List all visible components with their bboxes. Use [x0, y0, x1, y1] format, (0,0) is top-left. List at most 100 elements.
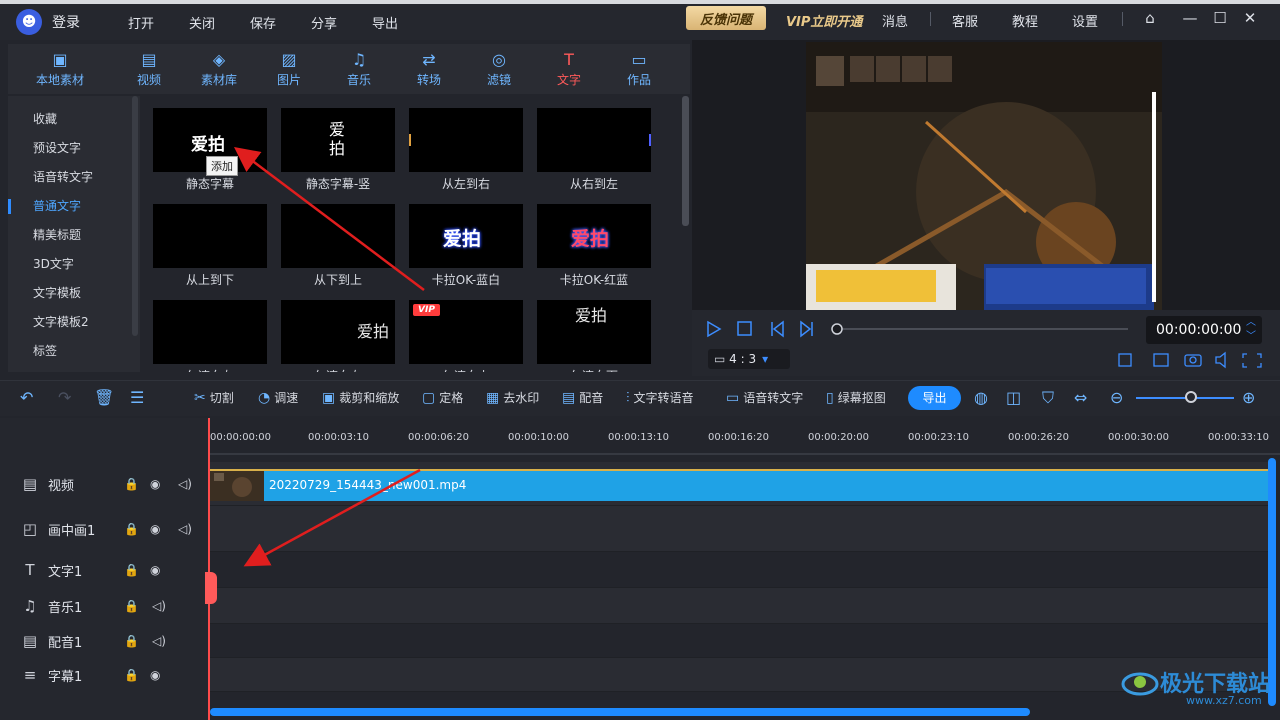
template-card[interactable]: 匀速向左 — [153, 300, 267, 372]
lock-icon[interactable]: 🔒 — [124, 634, 139, 648]
home-icon[interactable]: ⌂ — [1140, 8, 1160, 28]
category-tag[interactable]: 标签 — [8, 337, 140, 366]
aspect-ratio-select[interactable]: ▭ 4 : 3 ▾ — [708, 349, 790, 369]
template-card[interactable]: 从左到右 — [409, 108, 523, 196]
track-lane-text[interactable] — [208, 552, 1268, 588]
menu-save[interactable]: 保存 — [250, 13, 311, 32]
zoom-slider-handle[interactable] — [1185, 391, 1197, 403]
menu-close[interactable]: 关闭 — [189, 13, 250, 32]
speed-button[interactable]: ◔ 调速 — [258, 389, 298, 406]
lock-icon[interactable]: 🔒 — [124, 599, 139, 613]
tool-filter[interactable]: ◎ 滤镜 — [466, 44, 532, 94]
redo-icon[interactable]: ↷ — [58, 388, 71, 407]
feedback-button[interactable]: 反馈问题 — [686, 6, 766, 30]
crop-button[interactable]: ▣ 裁剪和缩放 — [322, 389, 399, 406]
waveform-icon: ⫶ — [626, 389, 630, 406]
track-lane-music[interactable] — [208, 588, 1268, 624]
template-card[interactable]: 爱拍 卡拉OK-红蓝 — [537, 204, 651, 292]
eye-icon[interactable]: ◉ — [150, 563, 160, 577]
track-name: 文字1 — [48, 564, 83, 580]
lock-icon[interactable]: 🔒 — [124, 563, 139, 577]
settings-link[interactable]: 设置 — [1072, 11, 1098, 30]
dub-button[interactable]: ▤ 配音 — [562, 389, 603, 406]
template-card[interactable]: 爱拍 静态字幕-竖 — [281, 108, 395, 196]
track-lane-pip[interactable] — [208, 506, 1268, 552]
category-text-template[interactable]: 文字模板 — [8, 279, 140, 308]
speaker-icon[interactable]: ◁) — [178, 477, 192, 491]
speaker-icon[interactable]: ◁) — [152, 634, 166, 648]
category-favorites[interactable]: 收藏 — [8, 105, 140, 134]
speaker-icon[interactable]: ◁) — [178, 522, 192, 536]
template-scrollbar[interactable] — [682, 96, 689, 226]
timeline-ruler[interactable]: 00:00:00:00 00:00:03:10 00:00:06:20 00:0… — [208, 418, 1280, 458]
stepper-icon[interactable]: ︿ ﹀ — [1246, 316, 1256, 344]
category-3d-text[interactable]: 3D文字 — [8, 250, 140, 279]
service-link[interactable]: 客服 — [952, 11, 978, 30]
login-link[interactable]: 登录 — [52, 12, 80, 32]
template-card[interactable]: 从右到左 — [537, 108, 651, 196]
category-scrollbar[interactable] — [132, 96, 138, 336]
tool-text[interactable]: T 文字 — [536, 44, 602, 94]
speaker-icon[interactable]: ◁) — [152, 599, 166, 613]
stt-button[interactable]: ▭ 语音转文字 — [726, 389, 803, 406]
category-fine-title[interactable]: 精美标题 — [8, 221, 140, 250]
eye-icon[interactable]: ◉ — [150, 477, 160, 491]
zoom-in-icon[interactable]: ⊕ — [1242, 388, 1255, 407]
minimize-icon[interactable]: — — [1180, 8, 1200, 28]
tool-library[interactable]: ◈ 素材库 — [186, 44, 252, 94]
maximize-icon[interactable]: ☐ — [1210, 8, 1230, 28]
template-card[interactable]: 爱拍 匀速向下 — [537, 300, 651, 372]
shield-icon[interactable]: ⛉ — [1042, 388, 1054, 408]
template-preview-text: 爱拍 — [191, 135, 225, 155]
export-button[interactable]: 导出 — [908, 386, 961, 410]
template-label: 静态字幕-竖 — [305, 177, 371, 191]
tool-transition[interactable]: ⇄ 转场 — [396, 44, 462, 94]
template-card[interactable]: 爱拍 卡拉OK-蓝白 — [409, 204, 523, 292]
chroma-key-button[interactable]: ▯ 绿幕抠图 — [826, 389, 886, 406]
template-card[interactable]: VIP 匀速向上 — [409, 300, 523, 372]
template-card[interactable]: 从下到上 — [281, 204, 395, 292]
timeline-horizontal-scrollbar[interactable] — [210, 708, 1030, 716]
fit-icon[interactable]: ⇔ — [1074, 388, 1087, 407]
close-icon[interactable]: ✕ — [1240, 8, 1260, 28]
tool-music[interactable]: ♫ 音乐 — [326, 44, 392, 94]
track-lane-subtitle[interactable] — [208, 658, 1268, 692]
tool-works[interactable]: ▭ 作品 — [606, 44, 672, 94]
track-lane-dub[interactable] — [208, 624, 1268, 658]
category-text-template-2[interactable]: 文字模板2 — [8, 308, 140, 337]
menu-open[interactable]: 打开 — [128, 13, 189, 32]
playhead[interactable] — [208, 418, 210, 720]
tool-image[interactable]: ▨ 图片 — [256, 44, 322, 94]
delete-icon[interactable]: 🗑 — [94, 388, 114, 407]
vip-open-button[interactable]: VIP立即开通 — [786, 11, 862, 30]
tts-button[interactable]: ⫶ 文字转语音 — [626, 389, 694, 406]
adjust-icon[interactable]: ☰ — [130, 388, 144, 407]
lock-icon[interactable]: 🔒 — [124, 522, 139, 536]
category-preset-text[interactable]: 预设文字 — [8, 134, 140, 163]
messages-link[interactable]: 消息 — [882, 11, 908, 30]
lock-icon[interactable]: 🔒 — [124, 668, 139, 682]
remove-watermark-button[interactable]: ▦ 去水印 — [486, 389, 539, 406]
category-speech-to-text[interactable]: 语音转文字 — [8, 163, 140, 192]
palette-icon[interactable]: ◍ — [974, 388, 988, 407]
seek-handle — [831, 323, 843, 335]
category-normal-text[interactable]: 普通文字 — [8, 192, 140, 221]
menu-export[interactable]: 导出 — [372, 13, 433, 32]
tutorial-link[interactable]: 教程 — [1012, 11, 1038, 30]
eye-icon[interactable]: ◉ — [150, 668, 160, 682]
freeze-button[interactable]: ▢ 定格 — [422, 389, 463, 406]
eye-icon[interactable]: ◉ — [150, 522, 160, 536]
template-card[interactable]: 爱拍 匀速向右 — [281, 300, 395, 372]
zoom-out-icon[interactable]: ⊖ — [1110, 388, 1123, 407]
menu-share[interactable]: 分享 — [311, 13, 372, 32]
template-card[interactable]: 爱拍 静态字幕 — [153, 108, 267, 196]
text-drop-marker[interactable] — [205, 572, 217, 604]
tool-video[interactable]: ▤ 视频 — [116, 44, 182, 94]
undo-icon[interactable]: ↶ — [20, 388, 33, 407]
split-icon[interactable]: ◫ — [1006, 388, 1021, 407]
timecode-display[interactable]: 00:00:00:00 ︿ ﹀ — [1146, 316, 1262, 344]
template-card[interactable]: 从上到下 — [153, 204, 267, 292]
cut-button[interactable]: ✂ 切割 — [194, 389, 234, 406]
tool-local-media[interactable]: ▣ 本地素材 — [8, 44, 112, 94]
lock-icon[interactable]: 🔒 — [124, 477, 139, 491]
